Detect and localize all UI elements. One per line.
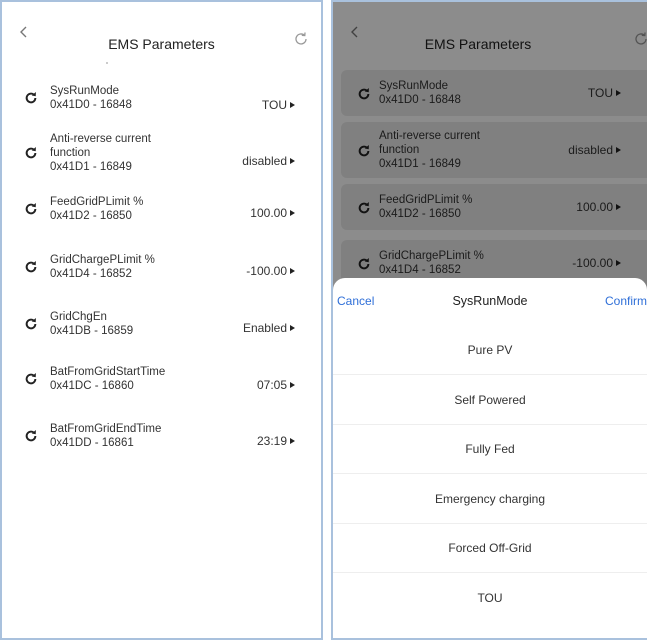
refresh-param-icon[interactable] (24, 202, 38, 216)
param-row[interactable]: SysRunMode 0x41D0 - 16848 TOU (2, 84, 321, 118)
param-name: BatFromGridEndTime (50, 423, 162, 435)
caret-right-icon (616, 204, 621, 210)
param-row[interactable]: BatFromGridEndTime 0x41DD - 16861 23:19 (2, 422, 321, 456)
refresh-param-icon[interactable] (24, 429, 38, 443)
param-value: -100.00 (246, 264, 287, 278)
page-title: EMS Parameters (108, 36, 215, 52)
param-label: GridChgEn 0x41DB - 16859 (50, 310, 200, 338)
caret-right-icon (290, 325, 295, 331)
picker-option[interactable]: TOU (333, 574, 647, 623)
param-card[interactable]: FeedGridPLimit % 0x41D2 - 16850 100.00 (341, 184, 647, 230)
param-value: disabled (242, 154, 287, 168)
param-value: TOU (587, 86, 613, 100)
param-card[interactable]: SysRunMode 0x41D0 - 16848 TOU (341, 70, 647, 116)
param-value: 100.00 (250, 206, 287, 220)
picker-option[interactable]: Fully Fed (333, 425, 647, 474)
param-label: GridChargePLimit % 0x41D4 - 16852 (379, 249, 529, 277)
param-label: Anti-reverse current function 0x41D1 - 1… (379, 129, 529, 171)
param-row[interactable]: BatFromGridStartTime 0x41DC - 16860 07:05 (2, 365, 321, 399)
picker-option[interactable]: Emergency charging (333, 475, 647, 524)
refresh-param-icon[interactable] (24, 260, 38, 274)
refresh-param-icon[interactable] (24, 146, 38, 160)
refresh-param-icon[interactable] (357, 257, 371, 271)
param-value: disabled (568, 143, 613, 157)
param-address: 0x41D4 - 16852 (50, 268, 132, 280)
refresh-param-icon[interactable] (357, 201, 371, 215)
param-label: BatFromGridStartTime 0x41DC - 16860 (50, 365, 200, 393)
ems-parameters-screen: EMS Parameters SysRunMode 0x41D0 - 16848… (0, 0, 323, 640)
param-name: FeedGridPLimit % (50, 196, 144, 208)
param-name: SysRunMode (50, 85, 120, 97)
refresh-param-icon[interactable] (357, 144, 371, 158)
param-value: 23:19 (256, 434, 287, 448)
param-value: -100.00 (572, 256, 613, 270)
param-value: 07:05 (256, 378, 287, 392)
caret-right-icon (290, 438, 295, 444)
param-address: 0x41D0 - 16848 (50, 99, 132, 111)
param-name: Anti-reverse current function (50, 133, 151, 159)
param-name: GridChargePLimit % (50, 254, 155, 266)
refresh-param-icon[interactable] (24, 372, 38, 386)
param-name: BatFromGridStartTime (50, 366, 166, 378)
param-row[interactable]: GridChgEn 0x41DB - 16859 Enabled (2, 310, 321, 344)
header-bar: EMS Parameters (333, 2, 647, 62)
picker-title: SysRunMode (452, 294, 528, 308)
param-value: 100.00 (576, 200, 613, 214)
caret-right-icon (290, 382, 295, 388)
caret-right-icon (290, 268, 295, 274)
param-row[interactable]: Anti-reverse current function 0x41D1 - 1… (2, 132, 321, 180)
param-address: 0x41DC - 16860 (50, 380, 134, 392)
param-row[interactable]: GridChargePLimit % 0x41D4 - 16852 -100.00 (2, 253, 321, 287)
refresh-param-icon[interactable] (24, 317, 38, 331)
caret-right-icon (616, 90, 621, 96)
header-bar: EMS Parameters (2, 2, 321, 62)
param-address: 0x41DB - 16859 (50, 325, 134, 337)
param-label: FeedGridPLimit % 0x41D2 - 16850 (379, 193, 529, 221)
param-label: Anti-reverse current function 0x41D1 - 1… (50, 132, 200, 174)
refresh-icon[interactable] (633, 31, 647, 47)
param-label: GridChargePLimit % 0x41D4 - 16852 (50, 253, 200, 281)
param-name: FeedGridPLimit % (379, 194, 473, 206)
refresh-icon[interactable] (293, 31, 309, 47)
page-title: EMS Parameters (424, 36, 532, 52)
param-name: Anti-reverse current function (379, 130, 480, 156)
picker-option[interactable]: Pure PV (333, 326, 647, 375)
confirm-button[interactable]: Confirm (605, 294, 647, 308)
picker-sheet: Cancel SysRunMode Confirm Pure PV Self Po… (333, 278, 647, 638)
param-address: 0x41D2 - 16850 (379, 208, 461, 220)
sysrunmode-picker-screen: EMS Parameters SysRunMode 0x41D0 - 16848… (331, 0, 647, 640)
param-label: BatFromGridEndTime 0x41DD - 16861 (50, 422, 200, 450)
picker-option[interactable]: Self Powered (333, 376, 647, 425)
refresh-param-icon[interactable] (357, 87, 371, 101)
refresh-param-icon[interactable] (24, 91, 38, 105)
param-name: GridChgEn (50, 311, 107, 323)
param-value: Enabled (242, 321, 287, 335)
caret-right-icon (290, 158, 295, 164)
picker-option[interactable]: Forced Off-Grid (333, 524, 647, 573)
param-address: 0x41D2 - 16850 (50, 210, 132, 222)
caret-right-icon (616, 260, 621, 266)
param-row[interactable]: FeedGridPLimit % 0x41D2 - 16850 100.00 (2, 195, 321, 229)
param-address: 0x41DD - 16861 (50, 437, 134, 449)
param-label: FeedGridPLimit % 0x41D2 - 16850 (50, 195, 200, 223)
param-address: 0x41D1 - 16849 (379, 158, 461, 170)
picker-toolbar: Cancel SysRunMode Confirm (333, 278, 647, 322)
param-value: TOU (261, 98, 287, 112)
param-label: SysRunMode 0x41D0 - 16848 (379, 79, 529, 107)
param-address: 0x41D4 - 16852 (379, 264, 461, 276)
caret-right-icon (616, 147, 621, 153)
divider-dot (106, 62, 108, 64)
param-card[interactable]: Anti-reverse current function 0x41D1 - 1… (341, 122, 647, 178)
param-address: 0x41D0 - 16848 (379, 94, 461, 106)
param-name: GridChargePLimit % (379, 250, 484, 262)
caret-right-icon (290, 210, 295, 216)
caret-right-icon (290, 102, 295, 108)
param-name: SysRunMode (379, 80, 449, 92)
param-label: SysRunMode 0x41D0 - 16848 (50, 84, 200, 112)
param-address: 0x41D1 - 16849 (50, 161, 132, 173)
